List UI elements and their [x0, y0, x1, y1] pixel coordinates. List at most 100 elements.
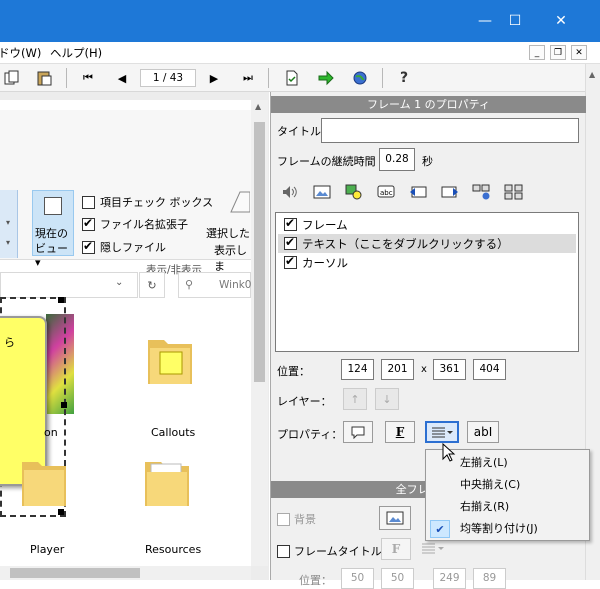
folder-icon[interactable] [143, 452, 191, 513]
globe-icon[interactable] [350, 68, 370, 88]
list-item[interactable]: カーソル [278, 253, 576, 272]
layer-check[interactable] [284, 216, 297, 231]
folder-icon[interactable] [146, 330, 194, 391]
properties-label: プロパティ： [277, 428, 343, 441]
explorer-ribbon: ▾ ▾ 現在の ビュー▾ 項目チェック ボックス ファイル名拡張子 隠しファイル [0, 110, 251, 276]
help-icon[interactable]: ? [394, 68, 414, 88]
text-box-icon[interactable]: abc [375, 182, 397, 202]
bottom-x-input[interactable]: 50 [341, 568, 374, 589]
callout-shape-button[interactable] [343, 421, 373, 443]
folder-label[interactable]: Callouts [151, 426, 195, 439]
background-check[interactable] [277, 512, 290, 526]
layer-list[interactable]: フレーム テキスト（ここをダブルクリックする） カーソル [275, 212, 579, 352]
title-input[interactable] [321, 118, 579, 143]
size-separator: x [421, 364, 427, 375]
image-icon[interactable] [311, 182, 333, 202]
menu-window[interactable]: ドウ(W) [0, 45, 41, 61]
hidden-files-check[interactable] [82, 239, 95, 254]
menu-item-align-center[interactable]: 中央揃え(C) [427, 474, 588, 496]
mdi-close-button[interactable]: ✕ [571, 45, 587, 60]
bottom-height-input[interactable]: 89 [473, 568, 506, 589]
resize-handle[interactable] [58, 297, 64, 303]
text-style-button[interactable]: ab I [467, 421, 499, 443]
explorer-search-box[interactable]: ⚲ Wink0 [178, 272, 251, 298]
file-extension-check[interactable] [82, 216, 95, 231]
bottom-width-input[interactable]: 249 [433, 568, 466, 589]
list-item[interactable]: フレーム [278, 215, 576, 234]
maximize-button[interactable]: ☐ [492, 0, 538, 42]
refresh-icon[interactable]: ↻ [139, 272, 165, 298]
layer-check[interactable] [284, 254, 297, 269]
page-indicator[interactable]: 1 / 43 [140, 69, 196, 87]
title-align-button[interactable] [421, 541, 449, 559]
frame-title-check[interactable] [277, 544, 290, 558]
duration-label: フレームの継続時間 [277, 155, 376, 168]
button-left-icon[interactable] [407, 182, 429, 202]
go-arrow-icon[interactable] [316, 68, 336, 88]
layer-check[interactable] [284, 235, 297, 250]
menu-help[interactable]: ヘルプ(H) [50, 45, 102, 61]
scrollbar-thumb[interactable] [254, 122, 265, 382]
layer-label: レイヤー： [277, 395, 332, 408]
position-label: 位置： [277, 365, 310, 378]
folder-label[interactable]: Player [30, 543, 64, 556]
position-x-input[interactable]: 124 [341, 359, 374, 380]
toolbar-separator [66, 68, 67, 88]
explorer-screenshot: ▾ ▾ 現在の ビュー▾ 項目チェック ボックス ファイル名拡張子 隠しファイル [0, 100, 251, 566]
canvas-horizontal-scrollbar[interactable] [0, 566, 251, 580]
cursor-icon [442, 442, 456, 463]
document-check-icon[interactable] [282, 68, 302, 88]
scrollbar-thumb[interactable] [10, 568, 140, 578]
height-input[interactable]: 404 [473, 359, 506, 380]
address-bar[interactable]: ⌄ [0, 272, 138, 298]
copy-icon[interactable] [2, 68, 22, 88]
list-item[interactable]: テキスト（ここをダブルクリックする） [278, 234, 576, 253]
duration-input[interactable]: 0.28 [379, 148, 415, 171]
font-button[interactable]: F [385, 421, 415, 443]
layer-up-button[interactable]: ↑ [343, 388, 367, 410]
toolbar: ⏮ ◀ 1 / 43 ▶ ⏭ ? [0, 64, 600, 92]
frame-title-option[interactable]: フレームタイトル [277, 543, 382, 559]
item-checkbox-option[interactable]: 項目チェック ボックス [82, 194, 213, 210]
hidden-files-option[interactable]: 隠しファイル [82, 239, 166, 255]
first-page-icon[interactable]: ⏮ [78, 68, 98, 88]
alignment-dropdown-button[interactable] [425, 421, 459, 443]
folder-label[interactable]: Resources [145, 543, 201, 556]
canvas-vertical-scrollbar[interactable]: ▲ [251, 100, 268, 566]
window-title-bar: — ☐ ✕ [0, 0, 600, 42]
bottom-position-label: 位置： [299, 574, 332, 587]
mdi-minimize-button[interactable]: _ [529, 45, 545, 60]
duration-unit: 秒 [422, 155, 433, 168]
button-right-icon[interactable] [439, 182, 461, 202]
menu-item-justify[interactable]: 均等割り付け(J) [427, 518, 588, 540]
background-image-button[interactable] [379, 506, 411, 530]
shape-icon[interactable] [343, 182, 365, 202]
search-icon: ⚲ [185, 278, 194, 291]
paste-icon[interactable] [34, 68, 54, 88]
svg-text:abc: abc [380, 189, 393, 197]
last-page-icon[interactable]: ⏭ [238, 68, 258, 88]
view-icon [44, 197, 62, 215]
file-extension-option[interactable]: ファイル名拡張子 [82, 216, 188, 232]
next-page-icon[interactable]: ▶ [204, 68, 224, 88]
previous-page-icon[interactable]: ◀ [112, 68, 132, 88]
item-checkbox-check[interactable] [82, 195, 95, 209]
link-frame-icon[interactable] [471, 182, 493, 202]
mdi-restore-button[interactable]: ❐ [550, 45, 566, 60]
background-option[interactable]: 背景 [277, 511, 316, 527]
checkmark-icon: ✔ [430, 520, 450, 538]
width-input[interactable]: 361 [433, 359, 466, 380]
frames-icon[interactable] [503, 182, 525, 202]
folder-icon[interactable] [20, 452, 68, 513]
position-y-input[interactable]: 201 [381, 359, 414, 380]
sound-icon[interactable] [279, 182, 301, 202]
toolbar-separator [382, 68, 383, 88]
title-label: タイトル [277, 125, 321, 138]
title-font-button[interactable]: F [381, 538, 411, 560]
resize-handle[interactable] [61, 402, 67, 408]
close-button[interactable]: ✕ [538, 0, 584, 42]
current-view-button[interactable]: 現在の ビュー▾ [32, 190, 74, 269]
layer-down-button[interactable]: ↓ [375, 388, 399, 410]
bottom-y-input[interactable]: 50 [381, 568, 414, 589]
menu-item-align-right[interactable]: 右揃え(R) [427, 496, 588, 518]
